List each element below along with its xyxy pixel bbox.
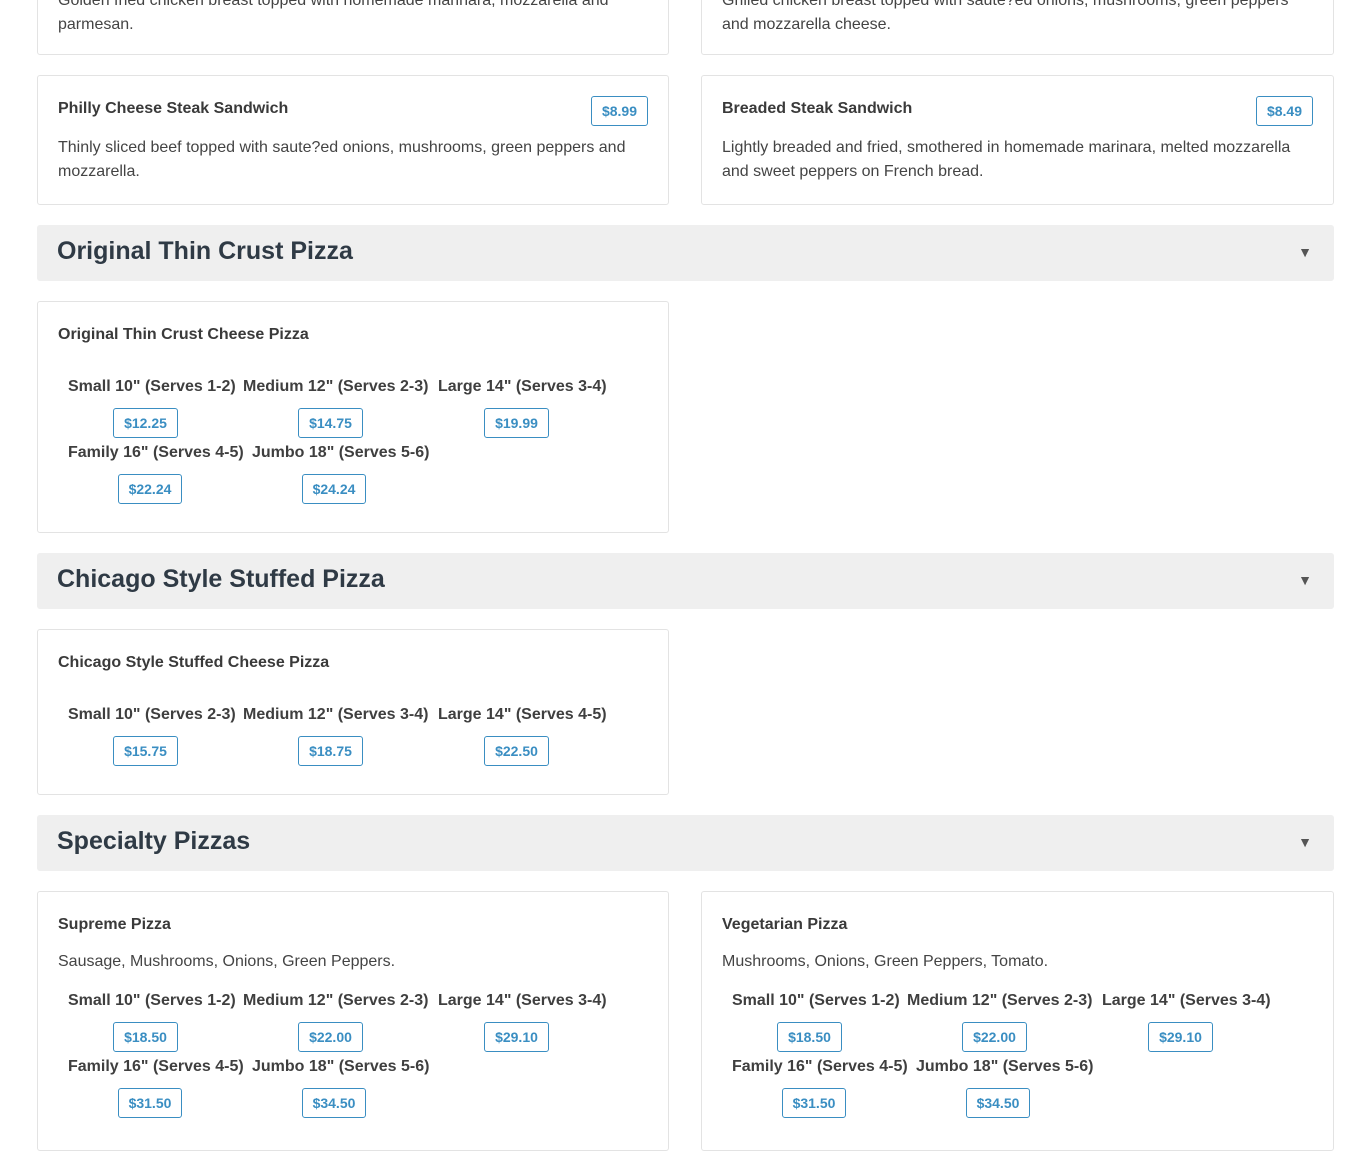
- size-option: Small 10" (Serves 2-3) $15.75: [68, 705, 236, 766]
- price-button[interactable]: $18.75: [298, 736, 363, 766]
- menu-item-name: Original Thin Crust Cheese Pizza: [58, 326, 309, 343]
- size-label: Medium 12" (Serves 2-3): [907, 992, 1093, 1009]
- caret-down-icon[interactable]: ▼: [1298, 572, 1312, 588]
- size-option: Large 14" (Serves 3-4) $19.99: [438, 377, 607, 438]
- price-button[interactable]: $14.75: [298, 408, 363, 438]
- size-option: Family 16" (Serves 4-5) $31.50: [68, 1057, 244, 1118]
- menu-page: Golden fried chicken breast topped with …: [0, 0, 1370, 1151]
- size-option: Medium 12" (Serves 3-4) $18.75: [243, 705, 429, 766]
- size-label: Large 14" (Serves 3-4): [1102, 992, 1271, 1009]
- size-label: Small 10" (Serves 1-2): [732, 992, 900, 1009]
- menu-item-description: Lightly breaded and fried, smothered in …: [722, 139, 1291, 180]
- size-option: Family 16" (Serves 4-5) $22.24: [68, 443, 244, 504]
- menu-item-card[interactable]: Grilled chicken breast topped with saute…: [701, 0, 1334, 55]
- section-title: Original Thin Crust Pizza: [57, 237, 353, 265]
- price-button[interactable]: $22.00: [298, 1022, 363, 1052]
- size-label: Small 10" (Serves 1-2): [68, 992, 236, 1009]
- menu-item-card[interactable]: Vegetarian Pizza Mushrooms, Onions, Gree…: [701, 891, 1334, 1151]
- size-label: Large 14" (Serves 3-4): [438, 992, 607, 1009]
- menu-item-description: Sausage, Mushrooms, Onions, Green Pepper…: [58, 953, 396, 970]
- menu-item-card[interactable]: Philly Cheese Steak Sandwich $8.99 Thinl…: [37, 75, 669, 205]
- size-option: Large 14" (Serves 3-4) $29.10: [438, 991, 607, 1052]
- price-button[interactable]: $22.24: [117, 474, 183, 504]
- size-option: Jumbo 18" (Serves 5-6) $34.50: [252, 1057, 430, 1118]
- price-button[interactable]: $12.25: [113, 408, 178, 438]
- price-button[interactable]: $22.50: [484, 736, 549, 766]
- size-option: Jumbo 18" (Serves 5-6) $24.24: [252, 443, 430, 504]
- caret-down-icon[interactable]: ▼: [1298, 834, 1312, 850]
- menu-item-description: Grilled chicken breast topped with saute…: [722, 0, 1289, 33]
- price-button[interactable]: $8.99: [590, 96, 648, 126]
- caret-down-icon[interactable]: ▼: [1298, 244, 1312, 260]
- size-option: Jumbo 18" (Serves 5-6) $34.50: [916, 1057, 1094, 1118]
- price-button[interactable]: $19.99: [484, 408, 549, 438]
- menu-item-card[interactable]: Original Thin Crust Cheese Pizza Small 1…: [37, 301, 669, 533]
- price-button[interactable]: $18.50: [113, 1022, 178, 1052]
- size-label: Jumbo 18" (Serves 5-6): [916, 1058, 1094, 1075]
- section-header-thin-crust[interactable]: Original Thin Crust Pizza ▼: [37, 225, 1334, 281]
- menu-item-card[interactable]: Supreme Pizza Sausage, Mushrooms, Onions…: [37, 891, 669, 1151]
- size-label: Family 16" (Serves 4-5): [68, 1058, 244, 1075]
- size-option: Medium 12" (Serves 2-3) $14.75: [243, 377, 429, 438]
- price-button[interactable]: $8.49: [1255, 96, 1313, 126]
- size-label: Large 14" (Serves 3-4): [438, 378, 607, 395]
- size-label: Family 16" (Serves 4-5): [732, 1058, 908, 1075]
- size-option: Large 14" (Serves 4-5) $22.50: [438, 705, 607, 766]
- size-option: Medium 12" (Serves 2-3) $22.00: [243, 991, 429, 1052]
- menu-item-name: Supreme Pizza: [58, 916, 171, 933]
- section-header-chicago[interactable]: Chicago Style Stuffed Pizza ▼: [37, 553, 1334, 609]
- size-option: Small 10" (Serves 1-2) $12.25: [68, 377, 236, 438]
- size-label: Family 16" (Serves 4-5): [68, 444, 244, 461]
- size-label: Medium 12" (Serves 2-3): [243, 992, 429, 1009]
- menu-item-name: Chicago Style Stuffed Cheese Pizza: [58, 654, 330, 671]
- price-button[interactable]: $29.10: [1148, 1022, 1213, 1052]
- size-label: Medium 12" (Serves 3-4): [243, 706, 429, 723]
- menu-item-card[interactable]: Breaded Steak Sandwich $8.49 Lightly bre…: [701, 75, 1334, 205]
- price-button[interactable]: $34.50: [965, 1088, 1031, 1118]
- size-option: Large 14" (Serves 3-4) $29.10: [1102, 991, 1271, 1052]
- menu-item-card[interactable]: Golden fried chicken breast topped with …: [37, 0, 669, 55]
- menu-item-description: Mushrooms, Onions, Green Peppers, Tomato…: [722, 953, 1049, 970]
- size-label: Jumbo 18" (Serves 5-6): [252, 444, 430, 461]
- price-button[interactable]: $31.50: [117, 1088, 183, 1118]
- section-title: Specialty Pizzas: [57, 827, 251, 855]
- size-label: Jumbo 18" (Serves 5-6): [252, 1058, 430, 1075]
- price-button[interactable]: $34.50: [301, 1088, 367, 1118]
- size-option: Small 10" (Serves 1-2) $18.50: [68, 991, 236, 1052]
- price-button[interactable]: $29.10: [484, 1022, 549, 1052]
- size-option: Small 10" (Serves 1-2) $18.50: [732, 991, 900, 1052]
- size-option: Medium 12" (Serves 2-3) $22.00: [907, 991, 1093, 1052]
- size-label: Small 10" (Serves 2-3): [68, 706, 236, 723]
- menu-item-name: Breaded Steak Sandwich: [722, 100, 913, 117]
- menu-item-description: Golden fried chicken breast topped with …: [58, 0, 609, 33]
- price-button[interactable]: $31.50: [781, 1088, 847, 1118]
- section-title: Chicago Style Stuffed Pizza: [57, 565, 385, 593]
- size-label: Large 14" (Serves 4-5): [438, 706, 607, 723]
- price-button[interactable]: $18.50: [777, 1022, 842, 1052]
- menu-item-card[interactable]: Chicago Style Stuffed Cheese Pizza Small…: [37, 629, 669, 795]
- section-header-specialty[interactable]: Specialty Pizzas ▼: [37, 815, 1334, 871]
- size-option: Family 16" (Serves 4-5) $31.50: [732, 1057, 908, 1118]
- price-button[interactable]: $22.00: [962, 1022, 1027, 1052]
- price-button[interactable]: $24.24: [301, 474, 367, 504]
- size-label: Medium 12" (Serves 2-3): [243, 378, 429, 395]
- price-button[interactable]: $15.75: [113, 736, 178, 766]
- menu-item-description: Thinly sliced beef topped with saute?ed …: [58, 139, 626, 180]
- menu-item-name: Philly Cheese Steak Sandwich: [58, 100, 289, 117]
- menu-item-name: Vegetarian Pizza: [722, 916, 848, 933]
- size-label: Small 10" (Serves 1-2): [68, 378, 236, 395]
